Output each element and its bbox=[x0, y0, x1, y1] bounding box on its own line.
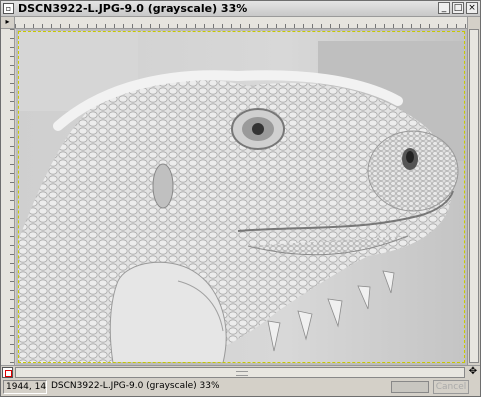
window-menu-icon[interactable]: ▫ bbox=[3, 3, 14, 14]
ruler-corner-button[interactable]: ▸ bbox=[1, 17, 15, 29]
close-icon[interactable]: × bbox=[466, 2, 478, 14]
horizontal-ruler[interactable] bbox=[15, 17, 467, 29]
image-window: ▫ DSCN3922-L.JPG-9.0 (grayscale) 33% _ □… bbox=[0, 0, 481, 397]
status-text: DSCN3922-L.JPG-9.0 (grayscale) 33% bbox=[51, 381, 220, 391]
maximize-icon[interactable]: □ bbox=[452, 2, 464, 14]
vertical-ruler[interactable] bbox=[1, 29, 15, 365]
canvas-area[interactable] bbox=[16, 29, 467, 365]
minimize-icon[interactable]: _ bbox=[438, 2, 450, 14]
vertical-scroll-thumb[interactable] bbox=[469, 29, 479, 363]
quick-mask-icon[interactable] bbox=[2, 367, 13, 378]
title-bar[interactable]: ▫ DSCN3922-L.JPG-9.0 (grayscale) 33% _ □… bbox=[1, 1, 480, 17]
status-bar: 1944, 1407 DSCN3922-L.JPG-9.0 (grayscale… bbox=[1, 378, 480, 396]
horizontal-scrollbar[interactable] bbox=[15, 367, 465, 378]
vertical-scrollbar[interactable] bbox=[467, 17, 480, 365]
scroll-grip-icon bbox=[236, 371, 248, 376]
iguana-image[interactable] bbox=[18, 31, 465, 363]
cancel-button[interactable]: Cancel bbox=[433, 380, 469, 394]
bottom-scroll-row: ✥ bbox=[1, 365, 480, 378]
navigate-icon[interactable]: ✥ bbox=[467, 367, 479, 378]
title-buttons: _ □ × bbox=[438, 2, 478, 14]
pointer-coordinates: 1944, 1407 bbox=[3, 380, 47, 394]
window-title: DSCN3922-L.JPG-9.0 (grayscale) 33% bbox=[18, 2, 248, 15]
progress-bar bbox=[391, 381, 429, 393]
